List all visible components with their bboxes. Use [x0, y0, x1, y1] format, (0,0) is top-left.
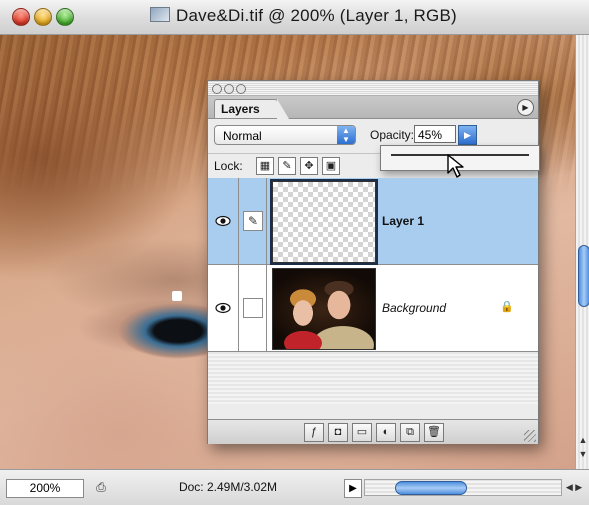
palette-menu-icon[interactable]: ▶ — [517, 99, 534, 116]
link-cell[interactable] — [239, 265, 267, 351]
adjustment-layer-icon[interactable]: ◐ — [376, 423, 396, 442]
arrow-cursor-icon — [447, 154, 464, 178]
vertical-scrollbar[interactable]: ▲ ▼ — [575, 35, 589, 469]
layer-thumbnail-photo — [272, 268, 376, 350]
document-proxy-icon[interactable] — [150, 7, 170, 22]
palette-minimize-icon[interactable] — [224, 84, 234, 94]
document-size-info: Doc: 2.49M/3.02M — [178, 480, 278, 494]
scroll-up-arrow-icon[interactable]: ▲ — [578, 435, 588, 445]
new-set-icon[interactable]: ▭ — [352, 423, 372, 442]
minimize-button[interactable] — [34, 8, 52, 26]
horizontal-scroll-thumb[interactable] — [395, 481, 467, 495]
close-button[interactable] — [12, 8, 30, 26]
palette-close-icon[interactable] — [212, 84, 222, 94]
layer-mask-icon[interactable]: ◘ — [328, 423, 348, 442]
layer-row-background[interactable]: Background 🔒 — [208, 265, 538, 352]
window-title: Dave&Di.tif @ 200% (Layer 1, RGB) — [150, 6, 457, 26]
visibility-cell[interactable] — [208, 178, 239, 264]
empty-link-box — [243, 298, 263, 318]
lock-label: Lock: — [214, 159, 243, 173]
layers-palette: Layers ▶ Normal ▲ ▼ Opacity: 45% ▶ Lock: … — [207, 80, 540, 444]
blend-mode-select[interactable]: Normal ▲ ▼ — [214, 125, 356, 145]
visibility-cell[interactable] — [208, 265, 239, 351]
resize-grip-icon[interactable] — [524, 430, 536, 442]
lock-move-icon[interactable]: ✥ — [300, 157, 318, 175]
palette-zoom-icon[interactable] — [236, 84, 246, 94]
document-info-icon[interactable]: ⎙ — [92, 479, 110, 496]
lock-transparency-icon[interactable]: ▦ — [256, 157, 274, 175]
eye-catchlight — [172, 291, 182, 301]
zoom-level-field[interactable]: 200% — [6, 479, 84, 498]
eye-icon[interactable] — [215, 215, 231, 227]
new-layer-icon[interactable]: ⧉ — [400, 423, 420, 442]
window-title-text: Dave&Di.tif @ 200% (Layer 1, RGB) — [176, 6, 457, 25]
status-bar: 200% ⎙ Doc: 2.49M/3.02M ▶ ◀ ▶ — [0, 469, 589, 505]
window-titlebar[interactable]: Dave&Di.tif @ 200% (Layer 1, RGB) — [0, 0, 589, 35]
lock-icon: 🔒 — [500, 301, 514, 313]
trash-icon[interactable]: 🗑 — [424, 423, 444, 442]
select-arrows-icon: ▲ ▼ — [337, 126, 355, 144]
layer-row-layer-1[interactable]: ✎ Layer 1 — [208, 178, 538, 265]
link-cell[interactable]: ✎ — [239, 178, 267, 264]
vertical-scroll-thumb[interactable] — [578, 245, 589, 307]
eye-icon[interactable] — [215, 302, 231, 314]
horizontal-scrollbar[interactable] — [364, 479, 562, 496]
tab-layers[interactable]: Layers — [214, 99, 289, 119]
layer-thumbnail-transparent — [270, 179, 378, 265]
opacity-input[interactable]: 45% — [414, 125, 456, 143]
zoom-button[interactable] — [56, 8, 74, 26]
layer-name[interactable]: Background — [382, 301, 446, 315]
layers-list: ✎ Layer 1 Background 🔒 — [208, 178, 538, 404]
status-menu-arrow-icon[interactable]: ▶ — [344, 479, 362, 498]
lock-brush-icon[interactable]: ✎ — [278, 157, 296, 175]
opacity-popup-button[interactable]: ▶ — [458, 125, 477, 145]
scroll-down-arrow-icon[interactable]: ▼ — [578, 449, 588, 459]
paintbrush-icon: ✎ — [243, 211, 263, 231]
blend-mode-value: Normal — [223, 129, 262, 143]
palette-bottom-bar: ƒ ◘ ▭ ◐ ⧉ 🗑 — [208, 419, 538, 444]
layer-name[interactable]: Layer 1 — [382, 214, 424, 228]
palette-titlebar[interactable] — [208, 81, 538, 96]
lock-all-icon[interactable]: ▣ — [322, 157, 340, 175]
palette-tab-strip: Layers ▶ — [208, 96, 538, 119]
horizontal-scroll-arrows-icon[interactable]: ◀ ▶ — [562, 479, 586, 496]
layer-style-icon[interactable]: ƒ — [304, 423, 324, 442]
opacity-label: Opacity: — [370, 128, 415, 142]
